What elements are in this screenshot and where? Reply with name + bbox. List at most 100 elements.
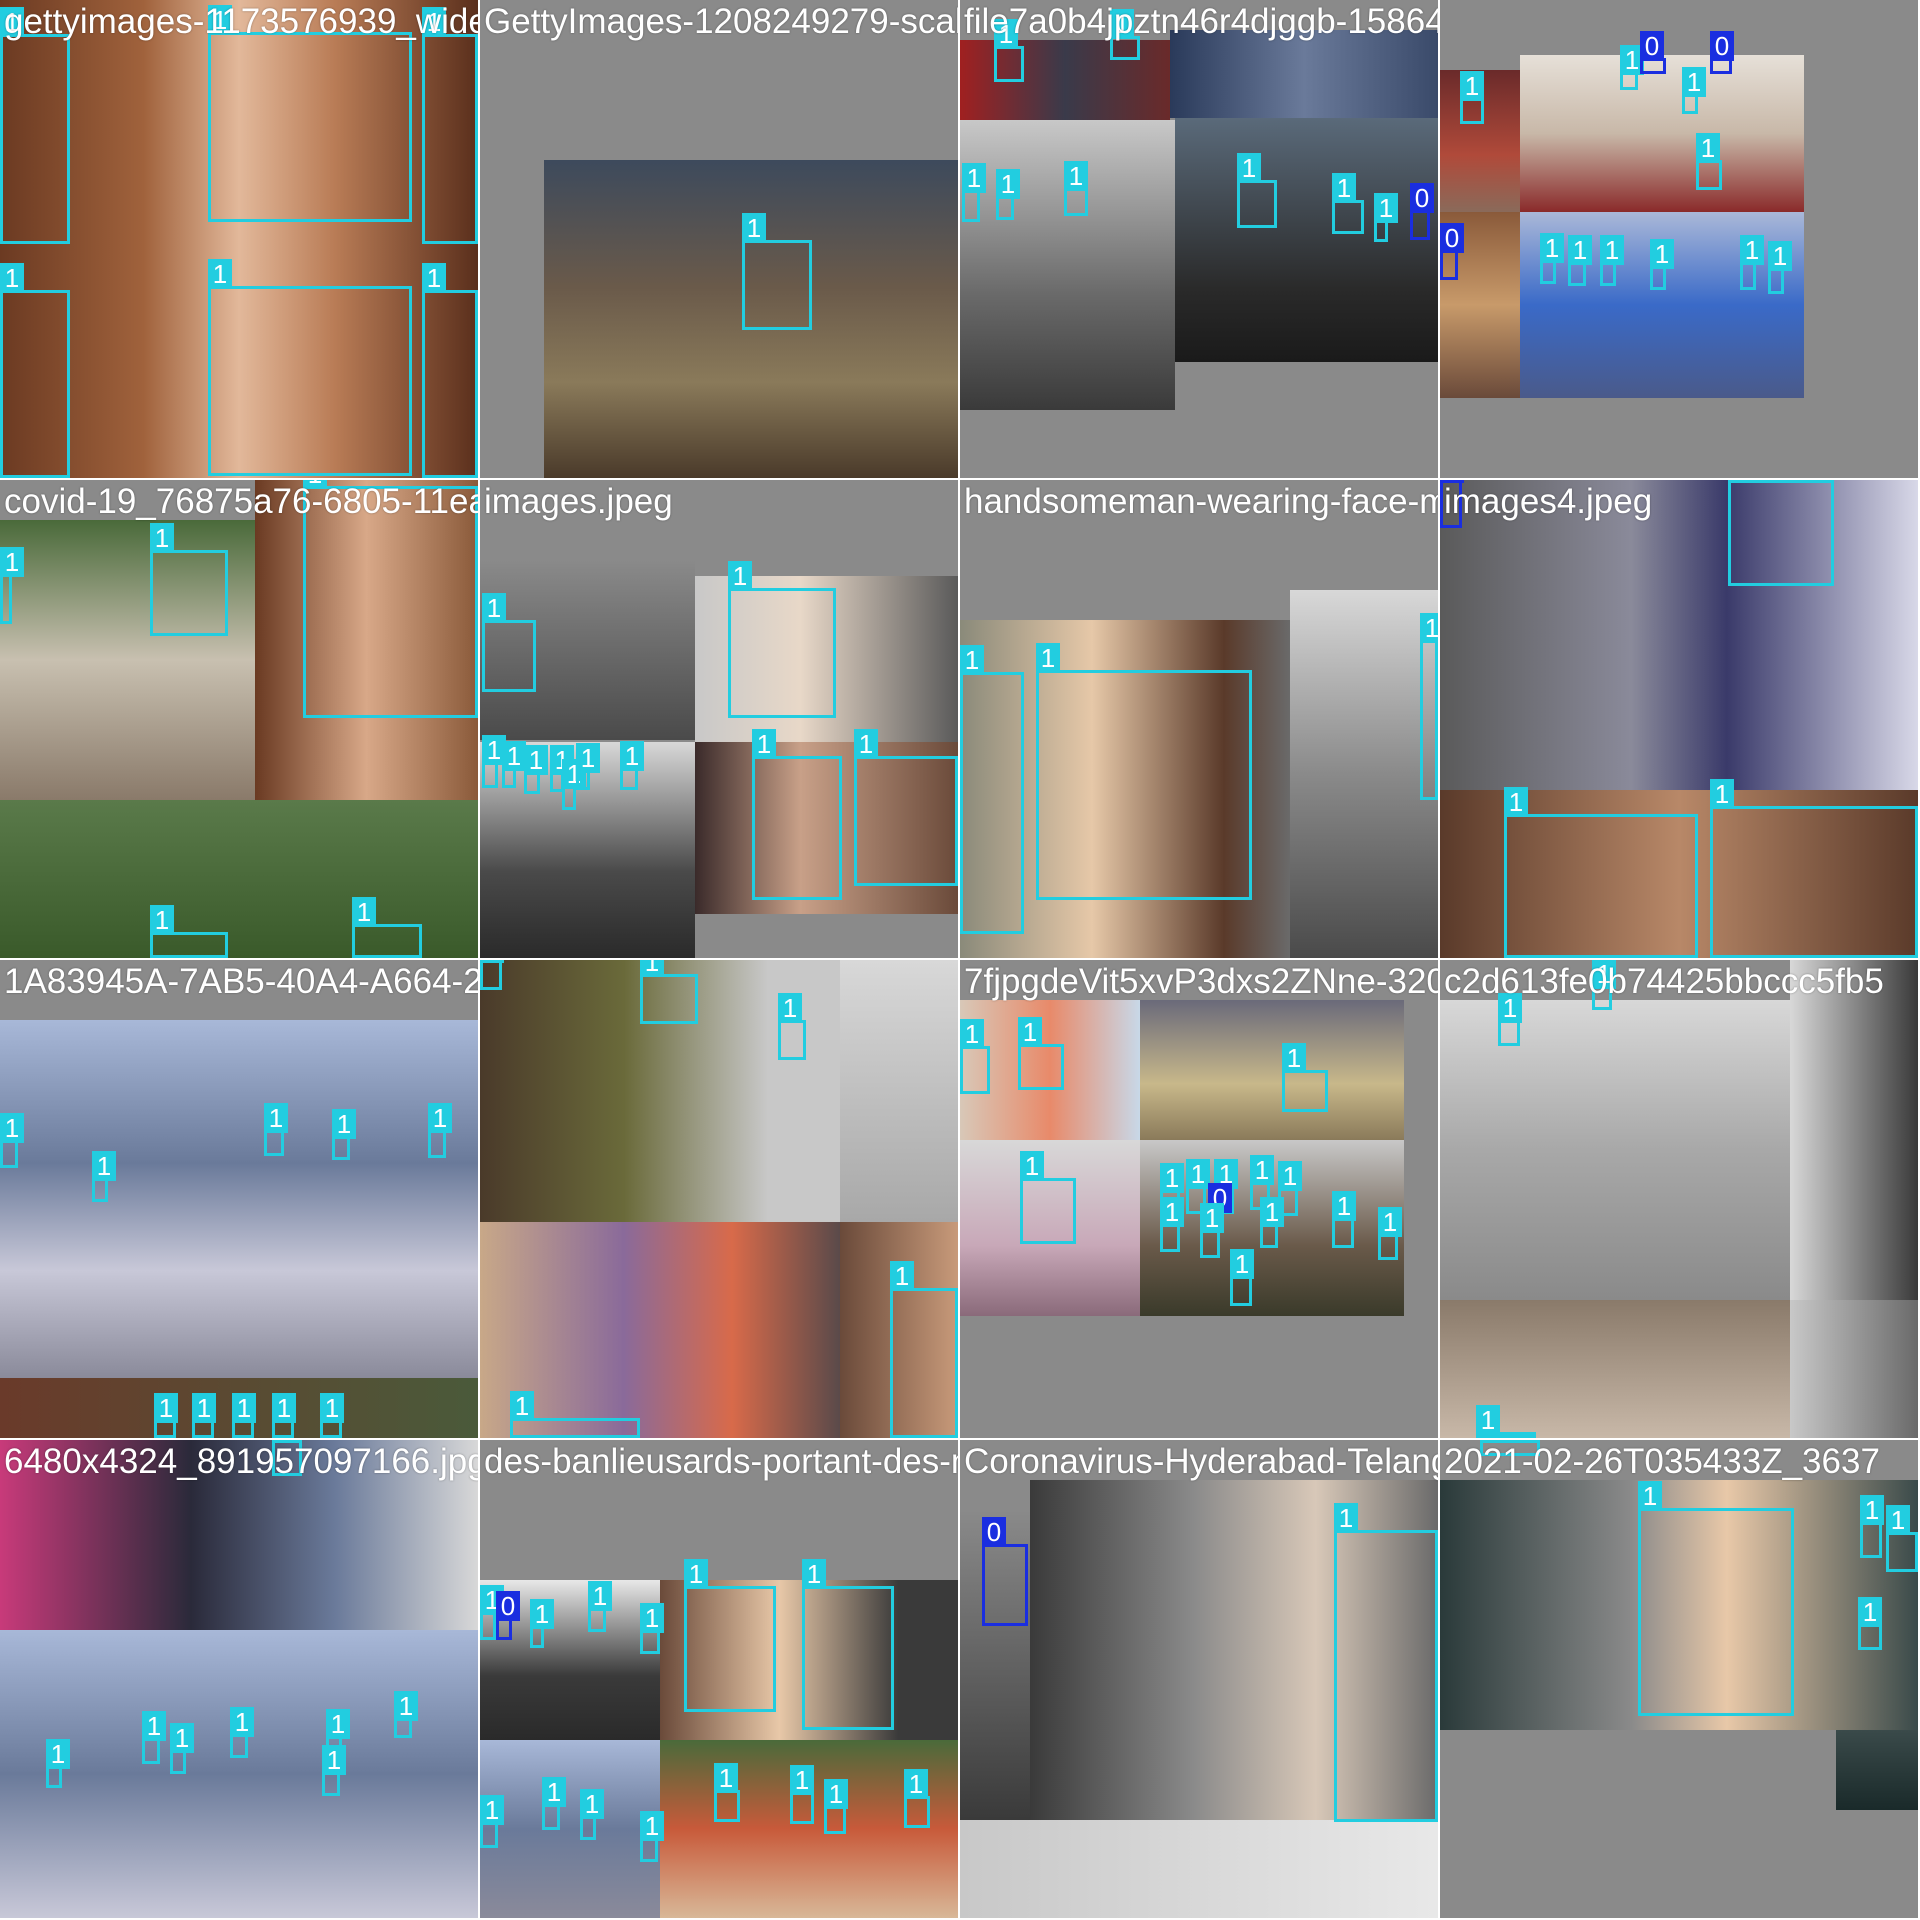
detection-box: 1 — [428, 1103, 452, 1158]
detection-class-label: 1 — [1230, 1249, 1254, 1279]
detection-class-label: 1 — [0, 547, 24, 577]
detection-class-label: 1 — [480, 960, 504, 963]
detection-class-label: 1 — [1638, 1481, 1662, 1511]
detection-box: 1 — [960, 1019, 990, 1094]
detection-box: 1 — [854, 729, 958, 886]
mosaic-tile: 1 0 1 1 1 1 1 1 1 1 1 1 1 1 1 des-banlieusards-portant-… — [480, 1440, 958, 1918]
detection-box: 1 — [208, 5, 412, 222]
detection-class-label: 0 — [496, 1591, 520, 1621]
detection-class-label: 0 — [1710, 31, 1734, 61]
detection-box: 1 — [1064, 161, 1088, 216]
detection-class-label: 1 — [1728, 480, 1752, 483]
detection-class-label: 1 — [1420, 613, 1438, 643]
detection-class-label: 1 — [1858, 1597, 1882, 1627]
detection-box: 1 — [1036, 643, 1252, 900]
detection-box: 1 — [1332, 173, 1364, 234]
detection-box: 1 — [1600, 235, 1624, 286]
photo-region — [1440, 1000, 1790, 1300]
detection-class-label: 1 — [208, 259, 232, 289]
detection-box: 1 — [1476, 1405, 1536, 1438]
detection-class-label: 1 — [576, 743, 600, 773]
detection-class-label: 1 — [0, 263, 24, 293]
detection-box: 1 — [232, 1393, 256, 1438]
detection-class-label: 1 — [1378, 1207, 1402, 1237]
detection-box: 1 — [142, 1711, 166, 1764]
mosaic-tile: 1 1 1 c2d613fe0b74425bbccc5fb5 — [1440, 960, 1918, 1438]
detection-box: 1 — [352, 897, 422, 958]
detection-box: 1 — [394, 1691, 418, 1738]
detection-box: 1 — [1420, 613, 1438, 800]
detection-box: 1 — [320, 1393, 344, 1438]
detection-box: 1 — [778, 993, 806, 1060]
detection-box: 1 — [1237, 153, 1277, 228]
detection-class-label: 1 — [264, 1103, 288, 1133]
detection-class-label: 1 — [1160, 1163, 1184, 1193]
detection-box: 1 — [1638, 1481, 1794, 1716]
detection-class-label: 1 — [904, 1769, 928, 1799]
detection-class-label: 1 — [502, 741, 526, 771]
detection-box: 1 — [542, 1777, 566, 1830]
detection-box: 0 — [496, 1591, 520, 1640]
detection-class-label: 1 — [962, 163, 986, 193]
detection-class-label: 1 — [620, 741, 644, 771]
detection-class-label: 0 — [1410, 183, 1434, 213]
detection-class-label: 1 — [542, 1777, 566, 1807]
photo-region — [1836, 1730, 1918, 1810]
tile-filename: 6480x4324_891957097166.jpg — [4, 1442, 478, 1481]
detection-box: 1 — [1378, 1207, 1402, 1260]
detection-class-label: 1 — [714, 1763, 738, 1793]
detection-class-label: 1 — [1186, 1159, 1210, 1189]
photo-region — [1790, 960, 1918, 1300]
detection-box: 1 — [1620, 45, 1644, 90]
tile-filename: GettyImages-1208249279-scaled.jpg — [484, 2, 958, 41]
detection-box: 0 — [1440, 223, 1464, 280]
photo-region — [1140, 1000, 1404, 1140]
tile-filename: 2021-02-26T035433Z_3637 — [1444, 1442, 1880, 1481]
detection-class-label: 1 — [394, 1691, 418, 1721]
detection-class-label: 1 — [1650, 239, 1674, 269]
detection-box: 1 — [1540, 233, 1564, 284]
tile-filename: gettyimages-1173576939_wide-5dd4ade32df — [4, 2, 478, 41]
detection-class-label: 1 — [742, 213, 766, 243]
detection-class-label: 1 — [824, 1779, 848, 1809]
detection-class-label: 1 — [1886, 1505, 1910, 1535]
detection-class-label: 1 — [890, 1261, 914, 1291]
detection-class-label: 1 — [1278, 1161, 1302, 1191]
detection-box: 0 — [1640, 31, 1666, 74]
detection-box: 1 — [150, 523, 228, 636]
detection-box: 1 — [480, 960, 504, 990]
detection-class-label: 1 — [752, 729, 776, 759]
detection-box: 1 — [640, 960, 698, 1024]
detection-class-label: 1 — [1374, 193, 1398, 223]
detection-class-label: 1 — [996, 169, 1020, 199]
detection-box: 1 — [150, 905, 228, 958]
detection-box: 1 — [482, 735, 506, 788]
mosaic-tile: 1 1 1 handsomeman-wearing-face-mask-protect… — [960, 480, 1438, 958]
detection-class-label: 1 — [92, 1151, 116, 1181]
detection-class-label: 1 — [320, 1393, 344, 1423]
detection-class-label: 1 — [640, 1603, 664, 1633]
tile-filename: c2d613fe0b74425bbccc5fb5 — [1444, 962, 1884, 1001]
detection-box: 1 — [524, 745, 548, 794]
detection-class-label: 1 — [588, 1581, 612, 1611]
detection-box: 1 — [510, 1391, 640, 1438]
detection-box: 1 — [1740, 235, 1764, 290]
detection-box: 1 — [1696, 133, 1722, 190]
mosaic-tile: 111111gettyimages-1173576939_wide-5dd4ad… — [0, 0, 478, 478]
detection-class-label: 1 — [422, 263, 446, 293]
detection-box: 1 — [1710, 779, 1918, 958]
detection-box: 1 — [752, 729, 842, 900]
detection-box: 1 — [824, 1779, 848, 1834]
mosaic-tile: 111112021-02-26T035433Z_3637 — [1440, 1440, 1918, 1918]
detection-box: 1 — [154, 1393, 178, 1438]
detection-box: 1 — [322, 1745, 346, 1796]
detection-class-label: 1 — [326, 1709, 350, 1739]
detection-class-label: 1 — [960, 1019, 984, 1049]
detection-box: 1 — [620, 741, 644, 790]
detection-box: 1 — [904, 1769, 930, 1828]
mosaic-tile: 1 1 1 1 1 — [480, 960, 958, 1438]
detection-class-label: 1 — [524, 745, 548, 775]
detection-class-label: 1 — [1476, 1405, 1500, 1435]
detection-box: 1 — [0, 7, 70, 244]
detection-class-label: 0 — [982, 1517, 1006, 1547]
